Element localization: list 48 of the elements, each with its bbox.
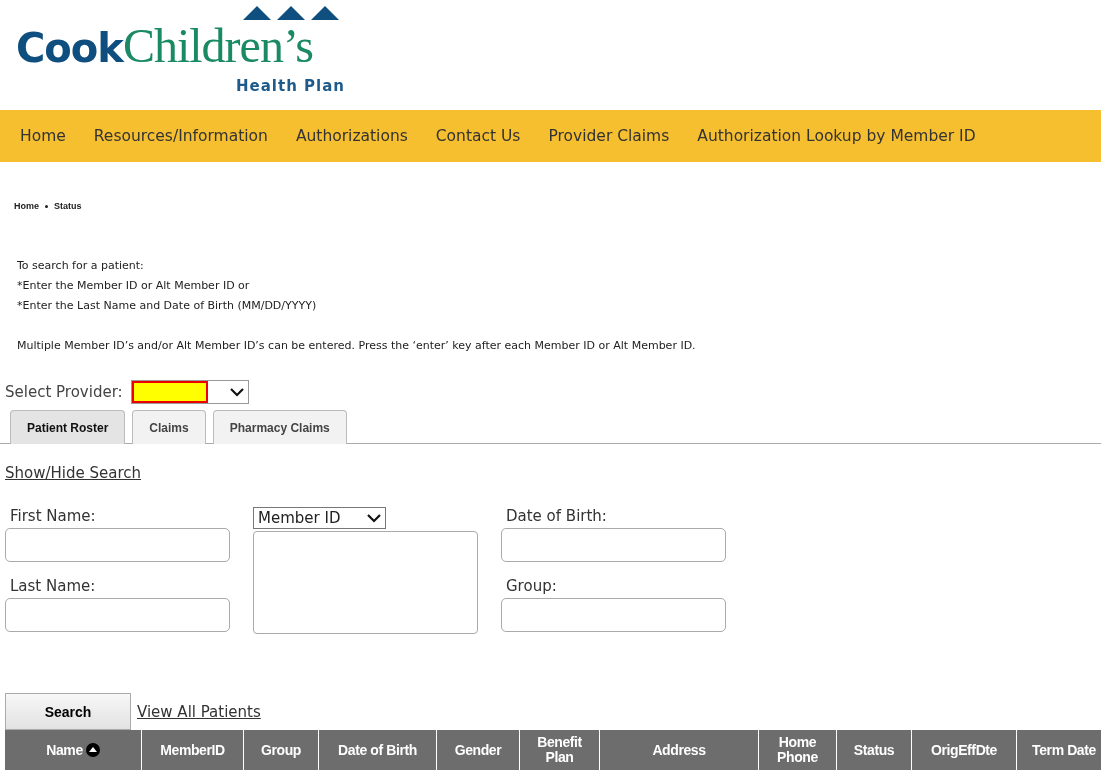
nav-link[interactable]: Contact Us bbox=[435, 127, 521, 145]
instruction-text: *Enter the Last Name and Date of Birth (MM/DD/YYYY) bbox=[17, 298, 318, 314]
instruction-note: Multiple Member ID’s and/or Alt Member ID’s can be entered. Press the ‘enter’ key after each Member ID or Alt Member ID. bbox=[17, 338, 697, 354]
search-button[interactable]: Search bbox=[5, 693, 131, 730]
breadcrumb-link[interactable]: Home bbox=[14, 201, 39, 211]
breadcrumb-link[interactable]: Status bbox=[54, 201, 82, 211]
column-header[interactable]: Benefit Plan bbox=[523, 735, 596, 765]
column-header[interactable]: MemberID bbox=[160, 742, 225, 758]
sort-icon[interactable] bbox=[85, 743, 100, 757]
column-header[interactable]: Name bbox=[46, 742, 83, 758]
column-header[interactable]: OrigEffDte bbox=[931, 742, 997, 758]
field-label: First Name: bbox=[10, 507, 97, 527]
tab[interactable]: Patient Roster bbox=[10, 410, 126, 444]
nav-link[interactable]: Provider Claims bbox=[548, 127, 670, 145]
nav-link[interactable]: Home bbox=[20, 127, 66, 145]
nav-link[interactable]: Resources/Information bbox=[93, 127, 268, 145]
column-header[interactable]: Term Date bbox=[1032, 742, 1096, 758]
column-header[interactable]: Date of Birth bbox=[338, 742, 417, 758]
provider-select[interactable] bbox=[130, 380, 249, 404]
tab[interactable]: Pharmacy Claims bbox=[212, 410, 347, 444]
logo-subtitle: Health Plan bbox=[236, 77, 346, 95]
view-all-patients-link[interactable]: View All Patients bbox=[137, 702, 261, 721]
field-label: Group: bbox=[506, 577, 558, 597]
nav-link[interactable]: Authorization Lookup by Member ID bbox=[697, 127, 976, 145]
logo-text: Cook bbox=[16, 25, 123, 71]
instruction-text: To search for a patient: bbox=[17, 258, 145, 274]
separator-dot-icon bbox=[45, 204, 48, 208]
nav-link[interactable]: Authorizations bbox=[295, 127, 408, 145]
group-field[interactable] bbox=[501, 598, 726, 632]
column-header[interactable]: Group bbox=[261, 742, 301, 758]
column-header[interactable]: Gender bbox=[454, 742, 502, 758]
field-label: Date of Birth: bbox=[506, 507, 608, 527]
field-label: Last Name: bbox=[10, 577, 97, 597]
first-name-field[interactable] bbox=[5, 528, 230, 562]
member-id-field[interactable] bbox=[253, 531, 478, 634]
column-header[interactable]: Address bbox=[652, 742, 706, 758]
column-header[interactable]: Status bbox=[853, 742, 895, 758]
provider-label: Select Provider: bbox=[5, 383, 123, 401]
id-type-select[interactable]: Member ID bbox=[253, 507, 386, 529]
chevron-down-icon bbox=[367, 513, 381, 523]
column-header[interactable]: Home Phone bbox=[762, 735, 833, 765]
last-name-field[interactable] bbox=[5, 598, 230, 632]
show-hide-search-link[interactable]: Show/Hide Search bbox=[5, 464, 142, 482]
date-of-birth-field[interactable] bbox=[501, 528, 726, 562]
chevron-down-icon bbox=[229, 387, 244, 397]
tab[interactable]: Claims bbox=[132, 410, 206, 444]
instruction-text: *Enter the Member ID or Alt Member ID or bbox=[17, 278, 251, 294]
triangles-icon bbox=[243, 6, 339, 20]
